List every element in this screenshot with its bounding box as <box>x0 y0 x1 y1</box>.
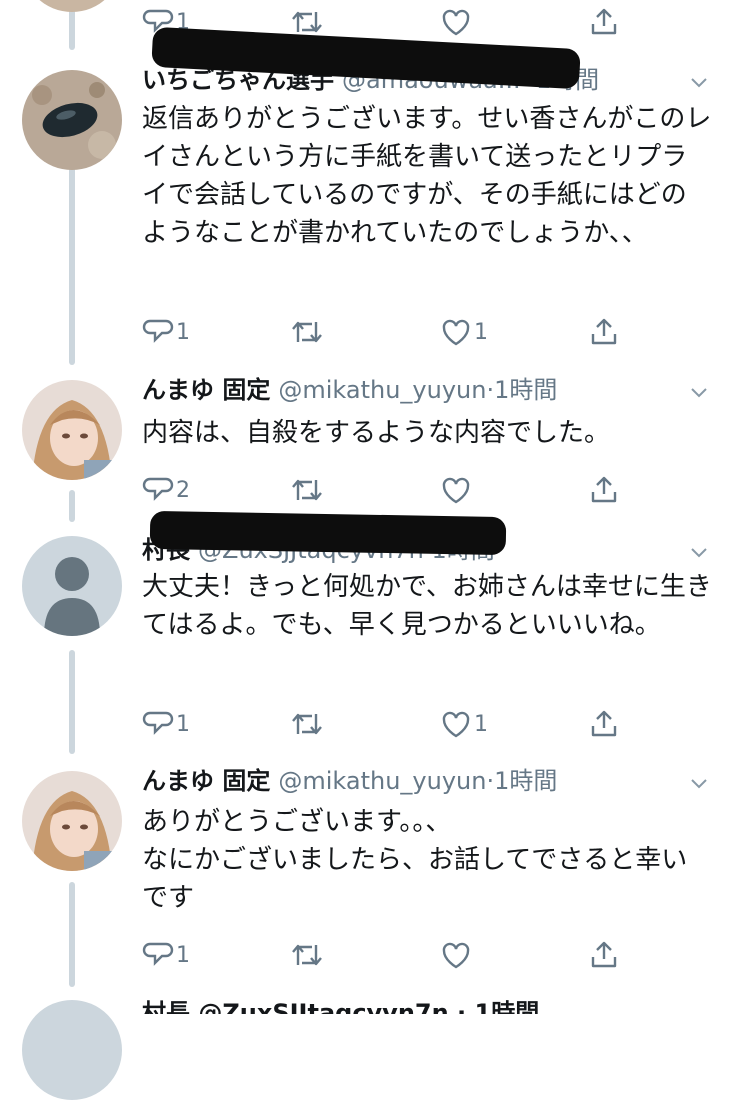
reply-icon <box>142 319 174 343</box>
share-icon <box>591 476 617 503</box>
retweet-icon <box>292 11 322 33</box>
share-icon <box>591 941 617 968</box>
reply-button[interactable]: 1 <box>142 935 190 975</box>
reply-count: 1 <box>176 319 190 345</box>
reply-button[interactable]: 2 <box>142 470 190 510</box>
retweet-button[interactable] <box>290 704 326 744</box>
tweet[interactable]: いちごちゃん選手@amaouwaa... ·1時間 返信ありがとうございます。せ… <box>0 26 739 362</box>
next-tweet-header-peek: 村長 @ZuxSJJtaqcyvn7n · 1時間 <box>142 999 540 1014</box>
caret-down-icon[interactable] <box>689 542 709 562</box>
tweet-text: 大丈夫！きっと何処かで、お姉さんは幸せに生きてはるよ。でも、早く見つかるといいい… <box>142 572 712 640</box>
reply-count: 2 <box>176 477 190 503</box>
reply-count: 1 <box>176 942 190 968</box>
like-icon <box>442 711 470 738</box>
retweet-button[interactable] <box>290 312 326 352</box>
timestamp[interactable]: 1時間 <box>494 767 557 795</box>
like-icon <box>442 477 470 504</box>
retweet-icon <box>292 321 322 343</box>
tweet-actions: 1 1 <box>142 312 642 352</box>
share-icon <box>591 710 617 737</box>
tweet-actions: 2 <box>142 470 642 510</box>
caret-down-icon[interactable] <box>689 773 709 793</box>
like-count: 1 <box>474 319 488 345</box>
retweet-icon <box>292 479 322 501</box>
share-button[interactable] <box>588 470 620 510</box>
tweet[interactable]: んまゆ 固定 @mikathu_yuyun·1時間 内容は、自殺をするような内容で… <box>0 372 739 512</box>
user-handle[interactable]: @mikathu_yuyun <box>278 767 486 795</box>
like-count: 1 <box>474 711 488 737</box>
share-button[interactable] <box>588 2 620 42</box>
tweet-actions: 1 <box>142 935 642 975</box>
like-icon <box>442 942 470 969</box>
display-name[interactable]: んまゆ 固定 <box>142 376 270 404</box>
avatar-peek[interactable] <box>22 1000 122 1100</box>
share-button[interactable] <box>588 704 620 744</box>
avatar-default[interactable] <box>22 536 122 636</box>
retweet-button[interactable] <box>290 935 326 975</box>
like-icon <box>442 319 470 346</box>
retweet-icon <box>292 944 322 966</box>
separator-dot: · <box>486 376 495 404</box>
redaction-mark <box>149 510 507 556</box>
avatar[interactable] <box>22 380 122 480</box>
share-button[interactable] <box>588 935 620 975</box>
like-button[interactable] <box>440 2 474 42</box>
share-icon <box>591 8 617 35</box>
share-icon <box>591 318 617 345</box>
tweet-text: 内容は、自殺をするような内容でした。 <box>142 418 611 448</box>
reply-count: 1 <box>176 711 190 737</box>
timestamp[interactable]: 1時間 <box>494 376 557 404</box>
tweet-text: ありがとうございます。。、 なにかございましたら、お話してでさると幸いです <box>142 807 688 913</box>
avatar[interactable] <box>22 70 122 170</box>
retweet-button[interactable] <box>290 470 326 510</box>
avatar[interactable] <box>22 771 122 871</box>
tweet-text: 返信ありがとうございます。せい香さんがこのレイさんという方に手紙を書いて送ったと… <box>142 104 712 248</box>
share-button[interactable] <box>588 312 620 352</box>
like-icon <box>442 9 470 36</box>
tweet-actions: 1 1 <box>142 704 642 744</box>
tweet-header: んまゆ 固定 @mikathu_yuyun·1時間 <box>142 372 709 408</box>
user-handle[interactable]: @mikathu_yuyun <box>278 376 486 404</box>
tweet-header: んまゆ 固定 @mikathu_yuyun·1時間 <box>142 763 709 799</box>
like-button[interactable] <box>440 935 474 975</box>
separator-dot: · <box>486 767 495 795</box>
like-button[interactable]: 1 <box>440 704 488 744</box>
reply-button[interactable]: 1 <box>142 704 190 744</box>
display-name[interactable]: んまゆ 固定 <box>142 767 270 795</box>
avatar-peek[interactable] <box>22 0 122 12</box>
reply-button[interactable]: 1 <box>142 312 190 352</box>
reply-icon <box>142 477 174 501</box>
like-button[interactable]: 1 <box>440 312 488 352</box>
reply-icon <box>142 942 174 966</box>
like-button[interactable] <box>440 470 474 510</box>
tweet[interactable]: んまゆ 固定 @mikathu_yuyun·1時間 ありがとうございます。。、 な… <box>0 763 739 985</box>
reply-icon <box>142 711 174 735</box>
retweet-icon <box>292 713 322 735</box>
tweet[interactable]: 村長@ZuxSJJtaqcyvn7n·1時間 大丈夫！きっと何処かで、お姉さんは… <box>0 510 739 762</box>
caret-down-icon[interactable] <box>689 72 709 92</box>
caret-down-icon[interactable] <box>689 382 709 402</box>
